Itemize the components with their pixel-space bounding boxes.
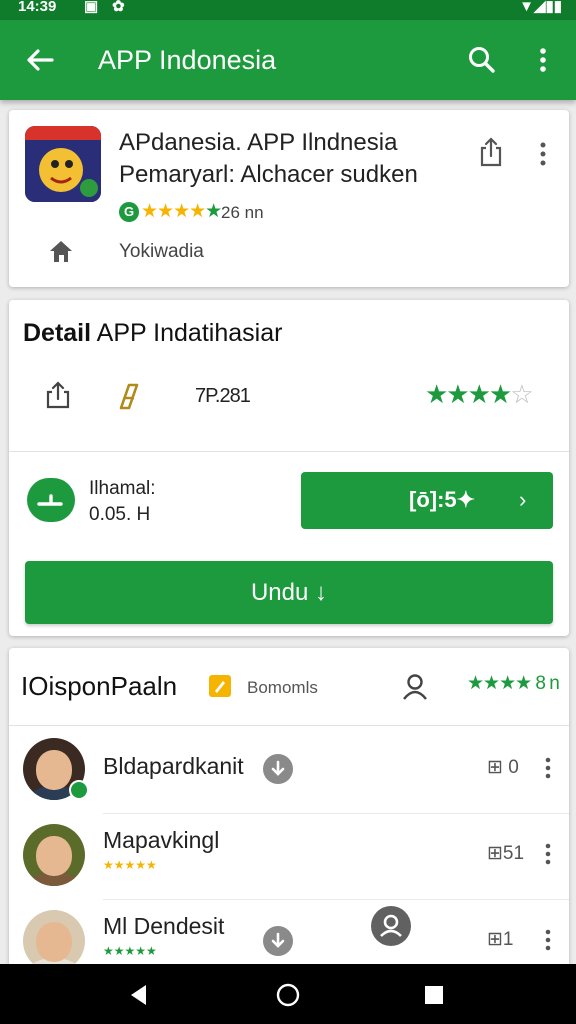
reviews-filter[interactable]: Bomomls (247, 678, 318, 698)
status-notification-icons: ▣✿ (84, 0, 139, 15)
app-size: 26 nn (221, 203, 264, 222)
avatar (23, 910, 85, 972)
detail-rating-stars: ★★★★☆ (425, 379, 534, 409)
app-rating-stars: ★★★★★ (141, 201, 222, 222)
action-button[interactable]: [ō]:5✦ › (301, 472, 553, 529)
more-vert-icon[interactable] (541, 756, 555, 780)
download-icon[interactable] (263, 926, 293, 956)
reviews-card: IOisponPaaln Bomomls ★★★★ 8 n Bldapardka… (9, 648, 569, 972)
edit-icon[interactable] (209, 675, 231, 697)
reviewer-stars: ★★★★★ (103, 944, 157, 958)
back-arrow-icon[interactable] (22, 42, 58, 78)
detail-title-rest: APP Indatihasiar (91, 319, 283, 347)
chevron-right-icon: › (519, 487, 527, 512)
nav-recent-icon[interactable] (422, 983, 446, 1007)
status-bar: 14:39 ▣✿ ▼◢▮▮ (0, 0, 576, 20)
avatar (23, 824, 85, 886)
more-vert-icon[interactable] (541, 842, 555, 866)
reviews-rating: ★★★★ 8 n (467, 673, 560, 694)
profile-fab-icon[interactable] (371, 906, 411, 946)
review-count-value: 1 (502, 929, 514, 950)
tag-icon (119, 383, 139, 410)
system-nav-bar (0, 964, 576, 1024)
more-vert-icon[interactable] (541, 928, 555, 952)
app-name: APdanesia. APP Ilndnesia (119, 129, 398, 156)
nav-home-icon[interactable] (275, 982, 301, 1008)
more-vert-icon[interactable] (533, 140, 553, 168)
developer-name[interactable]: Yokiwadia (119, 240, 204, 264)
status-icon (27, 478, 75, 522)
search-icon[interactable] (464, 42, 500, 78)
detail-card: Detail APP Indatihasiar 7P.281 ★★★★☆ Ilh… (9, 300, 569, 636)
person-icon[interactable] (401, 672, 429, 700)
list-item[interactable]: Mapavkingl ★★★★★ ⊞51 (9, 812, 569, 900)
action-button-label: [ō]:5✦ (409, 487, 476, 512)
list-item[interactable]: Bldapardkanit ⊞ 0 (9, 726, 569, 814)
reviewer-name: Bldapardkanit (103, 753, 244, 779)
review-count-value: 51 (502, 843, 525, 864)
review-count: ⊞ 0 (487, 757, 519, 778)
home-icon (50, 241, 72, 262)
version-code: 7P.281 (195, 385, 251, 407)
detail-title-bold: Detail (23, 319, 92, 347)
status-time: 14:39 (18, 0, 57, 15)
download-button-label: Undu ↓ (250, 579, 328, 606)
reviewer-stars: ★★★★★ (103, 858, 157, 872)
review-count: ⊞1 (487, 929, 514, 950)
share-icon[interactable] (477, 136, 505, 168)
reviewer-name: Mapavkingl (103, 827, 220, 853)
app-bar-title: APP Indonesia (98, 45, 277, 75)
download-button[interactable]: Undu ↓ (25, 561, 553, 624)
verified-badge-icon (69, 780, 89, 800)
detail-title: Detail APP Indatihasiar (23, 318, 282, 348)
more-vert-icon[interactable] (528, 42, 558, 78)
app-icon[interactable] (25, 126, 101, 202)
share-icon[interactable] (43, 380, 73, 410)
app-publisher: Pemaryarl: Alchacer sudken (119, 161, 418, 188)
review-count-value: 0 (508, 757, 519, 778)
rating-badge-icon: G (119, 202, 139, 222)
nav-back-icon[interactable] (126, 982, 152, 1008)
review-count: ⊞51 (487, 843, 525, 864)
reviewer-name: Ml Dendesit (103, 913, 225, 939)
status-signal-battery-icons: ▼◢▮▮ (519, 0, 562, 15)
divider (9, 451, 569, 452)
info-label: Ilhamal: (89, 478, 156, 499)
info-value: 0.05. H (89, 504, 151, 525)
download-icon[interactable] (263, 754, 293, 784)
app-summary-card: APdanesia. APP Ilndnesia Pemaryarl: Alch… (9, 110, 569, 287)
app-bar: APP Indonesia (0, 20, 576, 100)
reviews-title: IOisponPaaln (21, 671, 178, 701)
